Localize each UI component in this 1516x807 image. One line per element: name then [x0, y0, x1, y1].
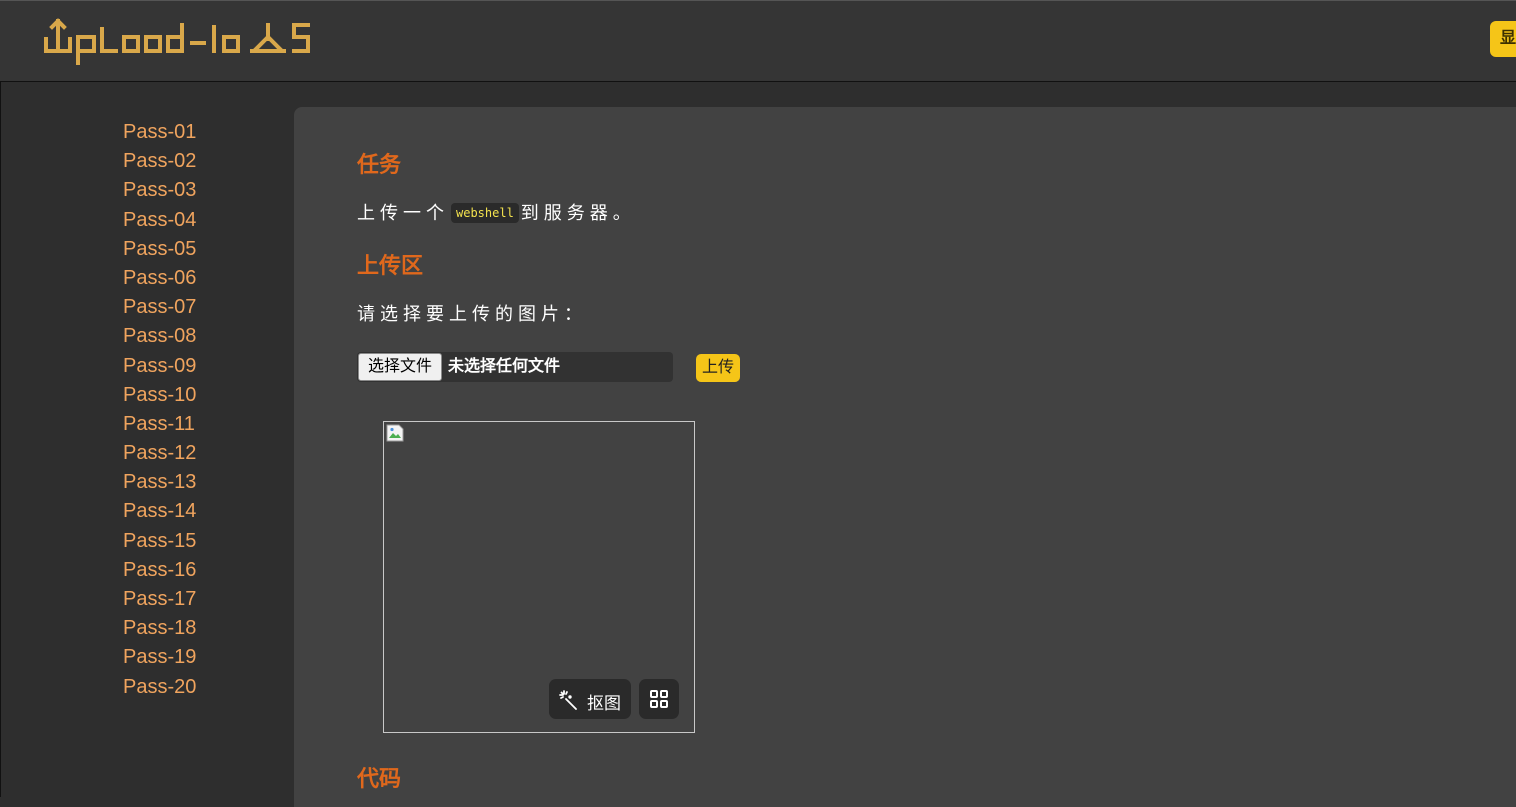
- upload-button[interactable]: 上传: [696, 354, 740, 382]
- show-button[interactable]: 显: [1490, 21, 1516, 57]
- task-description: 上传一个 webshell 到服务器。: [357, 199, 636, 225]
- sidebar-item-pass-01[interactable]: Pass-01: [123, 120, 196, 149]
- sidebar-item-pass-05[interactable]: Pass-05: [123, 237, 196, 266]
- sidebar-item-pass-20[interactable]: Pass-20: [123, 675, 196, 704]
- sidebar-item-pass-18[interactable]: Pass-18: [123, 616, 196, 645]
- sidebar-item-pass-11[interactable]: Pass-11: [123, 412, 196, 441]
- main-panel: 任务 上传一个 webshell 到服务器。 上传区 请选择要上传的图片： 选择文件…: [294, 107, 1516, 807]
- top-header: 显: [0, 0, 1516, 82]
- sidebar-item-pass-03[interactable]: Pass-03: [123, 178, 196, 207]
- code-heading: 代码: [357, 766, 402, 791]
- sidebar-item-pass-07[interactable]: Pass-07: [123, 295, 196, 324]
- magic-wand-icon: [559, 690, 577, 710]
- broken-image-icon: [386, 424, 404, 442]
- grid-icon: [650, 690, 668, 708]
- choose-file-button[interactable]: 选择文件: [358, 353, 442, 381]
- sidebar-item-pass-16[interactable]: Pass-16: [123, 558, 196, 587]
- task-heading: 任务: [357, 152, 402, 177]
- sidebar-item-pass-04[interactable]: Pass-04: [123, 208, 196, 237]
- sidebar-item-pass-13[interactable]: Pass-13: [123, 470, 196, 499]
- cutout-button[interactable]: 抠图: [549, 679, 631, 719]
- grid-view-button[interactable]: [639, 679, 679, 719]
- sidebar-item-pass-09[interactable]: Pass-09: [123, 354, 196, 383]
- file-status: 未选择任何文件: [448, 358, 561, 375]
- upload-labs-logo[interactable]: [44, 15, 334, 71]
- webshell-code: webshell: [451, 203, 519, 223]
- sidebar-item-pass-06[interactable]: Pass-06: [123, 266, 196, 295]
- sidebar-item-pass-17[interactable]: Pass-17: [123, 587, 196, 616]
- upload-heading: 上传区: [357, 253, 424, 278]
- task-text-pre: 上传一个: [357, 203, 449, 223]
- file-input[interactable]: 选择文件 未选择任何文件: [357, 352, 673, 382]
- sidebar-item-pass-02[interactable]: Pass-02: [123, 149, 196, 178]
- pass-nav: Pass-01 Pass-02 Pass-03 Pass-04 Pass-05 …: [123, 120, 196, 704]
- sidebar-item-pass-12[interactable]: Pass-12: [123, 441, 196, 470]
- sidebar-item-pass-08[interactable]: Pass-08: [123, 324, 196, 353]
- cutout-label: 抠图: [587, 694, 621, 713]
- sidebar-item-pass-14[interactable]: Pass-14: [123, 499, 196, 528]
- sidebar-item-pass-10[interactable]: Pass-10: [123, 383, 196, 412]
- image-preview: 抠图: [383, 421, 695, 733]
- sidebar-item-pass-15[interactable]: Pass-15: [123, 529, 196, 558]
- task-text-post: 到服务器。: [520, 203, 636, 223]
- sidebar: Pass-01 Pass-02 Pass-03 Pass-04 Pass-05 …: [0, 82, 294, 797]
- upload-prompt: 请选择要上传的图片：: [357, 304, 587, 324]
- sidebar-item-pass-19[interactable]: Pass-19: [123, 645, 196, 674]
